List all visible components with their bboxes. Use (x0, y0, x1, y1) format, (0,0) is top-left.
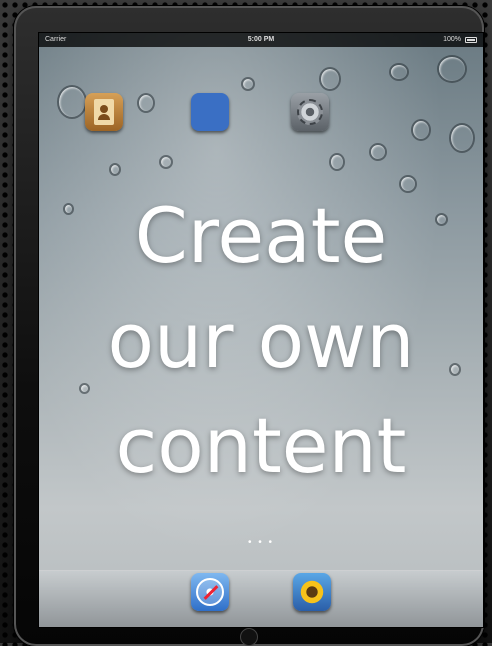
overlay-line-3: content (115, 401, 407, 490)
home-screen: Carrier 5:00 PM 100% Create our own cont… (38, 32, 484, 628)
water-drop (329, 153, 345, 171)
settings-icon[interactable] (291, 93, 329, 131)
contacts-book-glyph (94, 99, 114, 125)
dock (39, 570, 483, 627)
home-button[interactable] (240, 628, 258, 646)
water-drop (319, 67, 341, 91)
water-drop (389, 63, 409, 81)
game-center-icon[interactable] (191, 93, 229, 131)
water-drop (369, 143, 387, 161)
battery-percent: 100% (443, 36, 461, 43)
overlay-line-1: Create (134, 191, 388, 280)
water-drop (137, 93, 155, 113)
page-indicator[interactable]: • • • (39, 538, 483, 548)
water-drop (57, 85, 87, 119)
status-time: 5:00 PM (247, 36, 275, 43)
safari-icon[interactable] (191, 573, 229, 611)
water-drop (437, 55, 467, 83)
sunflower-icon (299, 579, 325, 605)
ipad-frame: Carrier 5:00 PM 100% Create our own cont… (14, 6, 484, 646)
water-drop (159, 155, 173, 169)
contacts-icon[interactable] (85, 93, 123, 131)
water-drop (109, 163, 121, 176)
water-drop (411, 119, 431, 141)
battery-icon (465, 37, 477, 43)
overlay-line-2: our own (107, 296, 415, 385)
gear-icon (297, 99, 323, 125)
water-drop (449, 123, 475, 153)
compass-icon (196, 578, 224, 606)
water-drop (241, 77, 255, 91)
status-bar: Carrier 5:00 PM 100% (39, 33, 483, 47)
photos-icon[interactable] (293, 573, 331, 611)
